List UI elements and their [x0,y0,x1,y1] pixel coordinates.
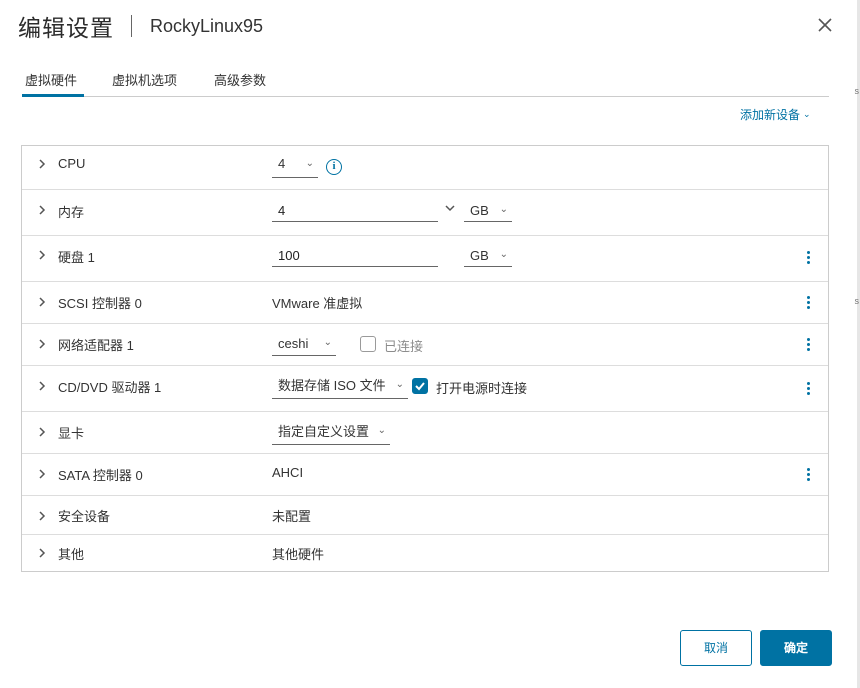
cancel-button[interactable]: 取消 [680,630,752,666]
chevron-right-icon[interactable] [36,380,48,392]
hardware-row-scsi: SCSI 控制器 0 VMware 准虚拟 [22,282,828,324]
checkmark-icon [415,382,425,391]
info-icon[interactable]: i [326,159,342,175]
video-settings-select[interactable]: 指定自定义设置 ⌄ [272,421,390,445]
chevron-down-icon: ⌄ [499,249,508,260]
vm-name: RockyLinux95 [150,15,264,36]
chevron-right-icon[interactable] [36,468,48,480]
close-button[interactable] [815,15,835,35]
chevron-right-icon[interactable] [36,249,48,261]
chevron-down-icon[interactable] [444,202,456,214]
disk-unit-value: GB [470,248,489,263]
cdrom-source-value: 数据存储 ISO 文件 [278,378,386,393]
row-label-scsi: SCSI 控制器 0 [58,296,142,311]
sata-type-value: AHCI [272,465,304,480]
tab-label: 高级参数 [214,73,267,88]
ok-button[interactable]: 确定 [760,630,832,666]
scsi-type-value: VMware 准虚拟 [272,296,363,311]
tab-label: 虚拟机选项 [112,73,178,88]
hardware-row-other: 其他 其他硬件 [22,535,828,571]
close-icon [818,18,832,32]
row-label-other: 其他 [58,547,85,562]
memory-unit-select[interactable]: GB ⌄ [464,200,512,222]
row-label-sata: SATA 控制器 0 [58,468,143,483]
tab-virtual-hardware[interactable]: 虚拟硬件 [22,70,84,97]
tab-vm-options[interactable]: 虚拟机选项 [112,70,177,97]
chevron-right-icon[interactable] [36,296,48,308]
dialog-header: 编辑设置 RockyLinux95 [18,10,263,42]
hardware-row-disk: 硬盘 1 100 GB ⌄ [22,236,828,282]
hardware-row-video: 显卡 指定自定义设置 ⌄ [22,412,828,454]
disk-size-input[interactable]: 100 [272,245,438,267]
hardware-row-memory: 内存 4 GB ⌄ [22,190,828,236]
connected-checkbox[interactable] [360,336,376,352]
security-value: 未配置 [272,509,312,524]
network-select[interactable]: ceshi ⌄ [272,334,336,356]
row-label-cpu: CPU [58,156,86,171]
power-on-connect-checkbox[interactable] [412,378,428,394]
title-separator [131,15,132,37]
hardware-row-network: 网络适配器 1 ceshi ⌄ 已连接 [22,324,828,366]
disk-unit-select[interactable]: GB ⌄ [464,245,512,267]
row-label-memory: 内存 [58,205,85,220]
chevron-right-icon[interactable] [36,338,48,350]
connected-label: 已连接 [384,339,424,354]
tab-advanced-parameters[interactable]: 高级参数 [214,70,266,97]
add-new-device-button[interactable]: 添加新设备 ⌄ [740,106,811,123]
chevron-right-icon[interactable] [36,426,48,438]
memory-size-input[interactable]: 4 [272,200,438,222]
chevron-down-icon: ⌄ [377,425,386,436]
add-new-device-label: 添加新设备 [740,108,801,122]
chevron-right-icon[interactable] [36,158,48,170]
hardware-row-cpu: CPU 4 ⌄ i [22,146,828,190]
tab-label: 虚拟硬件 [25,73,78,88]
hardware-table: CPU 4 ⌄ i 内存 4 GB ⌄ 硬盘 1 100 GB ⌄ SCSI 控… [21,145,829,572]
row-actions-kebab-icon[interactable] [803,336,813,354]
background-edge-glyph: s [854,296,860,306]
row-label-disk: 硬盘 1 [58,250,95,265]
row-actions-kebab-icon[interactable] [803,466,813,484]
row-label-security: 安全设备 [58,509,111,524]
memory-unit-value: GB [470,203,489,218]
dialog-title: 编辑设置 [18,15,114,41]
hardware-row-security: 安全设备 未配置 [22,496,828,535]
hardware-row-cdrom: CD/DVD 驱动器 1 数据存储 ISO 文件 ⌄ 打开电源时连接 [22,366,828,412]
row-label-cdrom: CD/DVD 驱动器 1 [58,380,162,395]
hardware-row-sata: SATA 控制器 0 AHCI [22,454,828,496]
power-on-connect-label: 打开电源时连接 [436,381,528,396]
cpu-count-value: 4 [278,156,286,171]
other-value: 其他硬件 [272,547,325,562]
cdrom-source-select[interactable]: 数据存储 ISO 文件 ⌄ [272,375,408,399]
row-actions-kebab-icon[interactable] [803,380,813,398]
row-label-video: 显卡 [58,426,85,441]
chevron-down-icon: ⌄ [803,109,811,119]
chevron-right-icon[interactable] [36,510,48,522]
background-edge-glyph: s [854,86,860,96]
network-value: ceshi [278,336,309,351]
chevron-down-icon: ⌄ [305,158,314,169]
chevron-down-icon: ⌄ [499,204,508,215]
tab-bar: 虚拟硬件 虚拟机选项 高级参数 [22,70,829,97]
row-actions-kebab-icon[interactable] [803,249,813,267]
cpu-count-select[interactable]: 4 ⌄ [272,156,318,178]
chevron-down-icon: ⌄ [323,337,332,348]
row-actions-kebab-icon[interactable] [803,294,813,312]
video-settings-value: 指定自定义设置 [278,424,370,439]
row-label-network: 网络适配器 1 [58,338,134,353]
chevron-right-icon[interactable] [36,204,48,216]
chevron-right-icon[interactable] [36,547,48,559]
chevron-down-icon: ⌄ [395,379,404,390]
